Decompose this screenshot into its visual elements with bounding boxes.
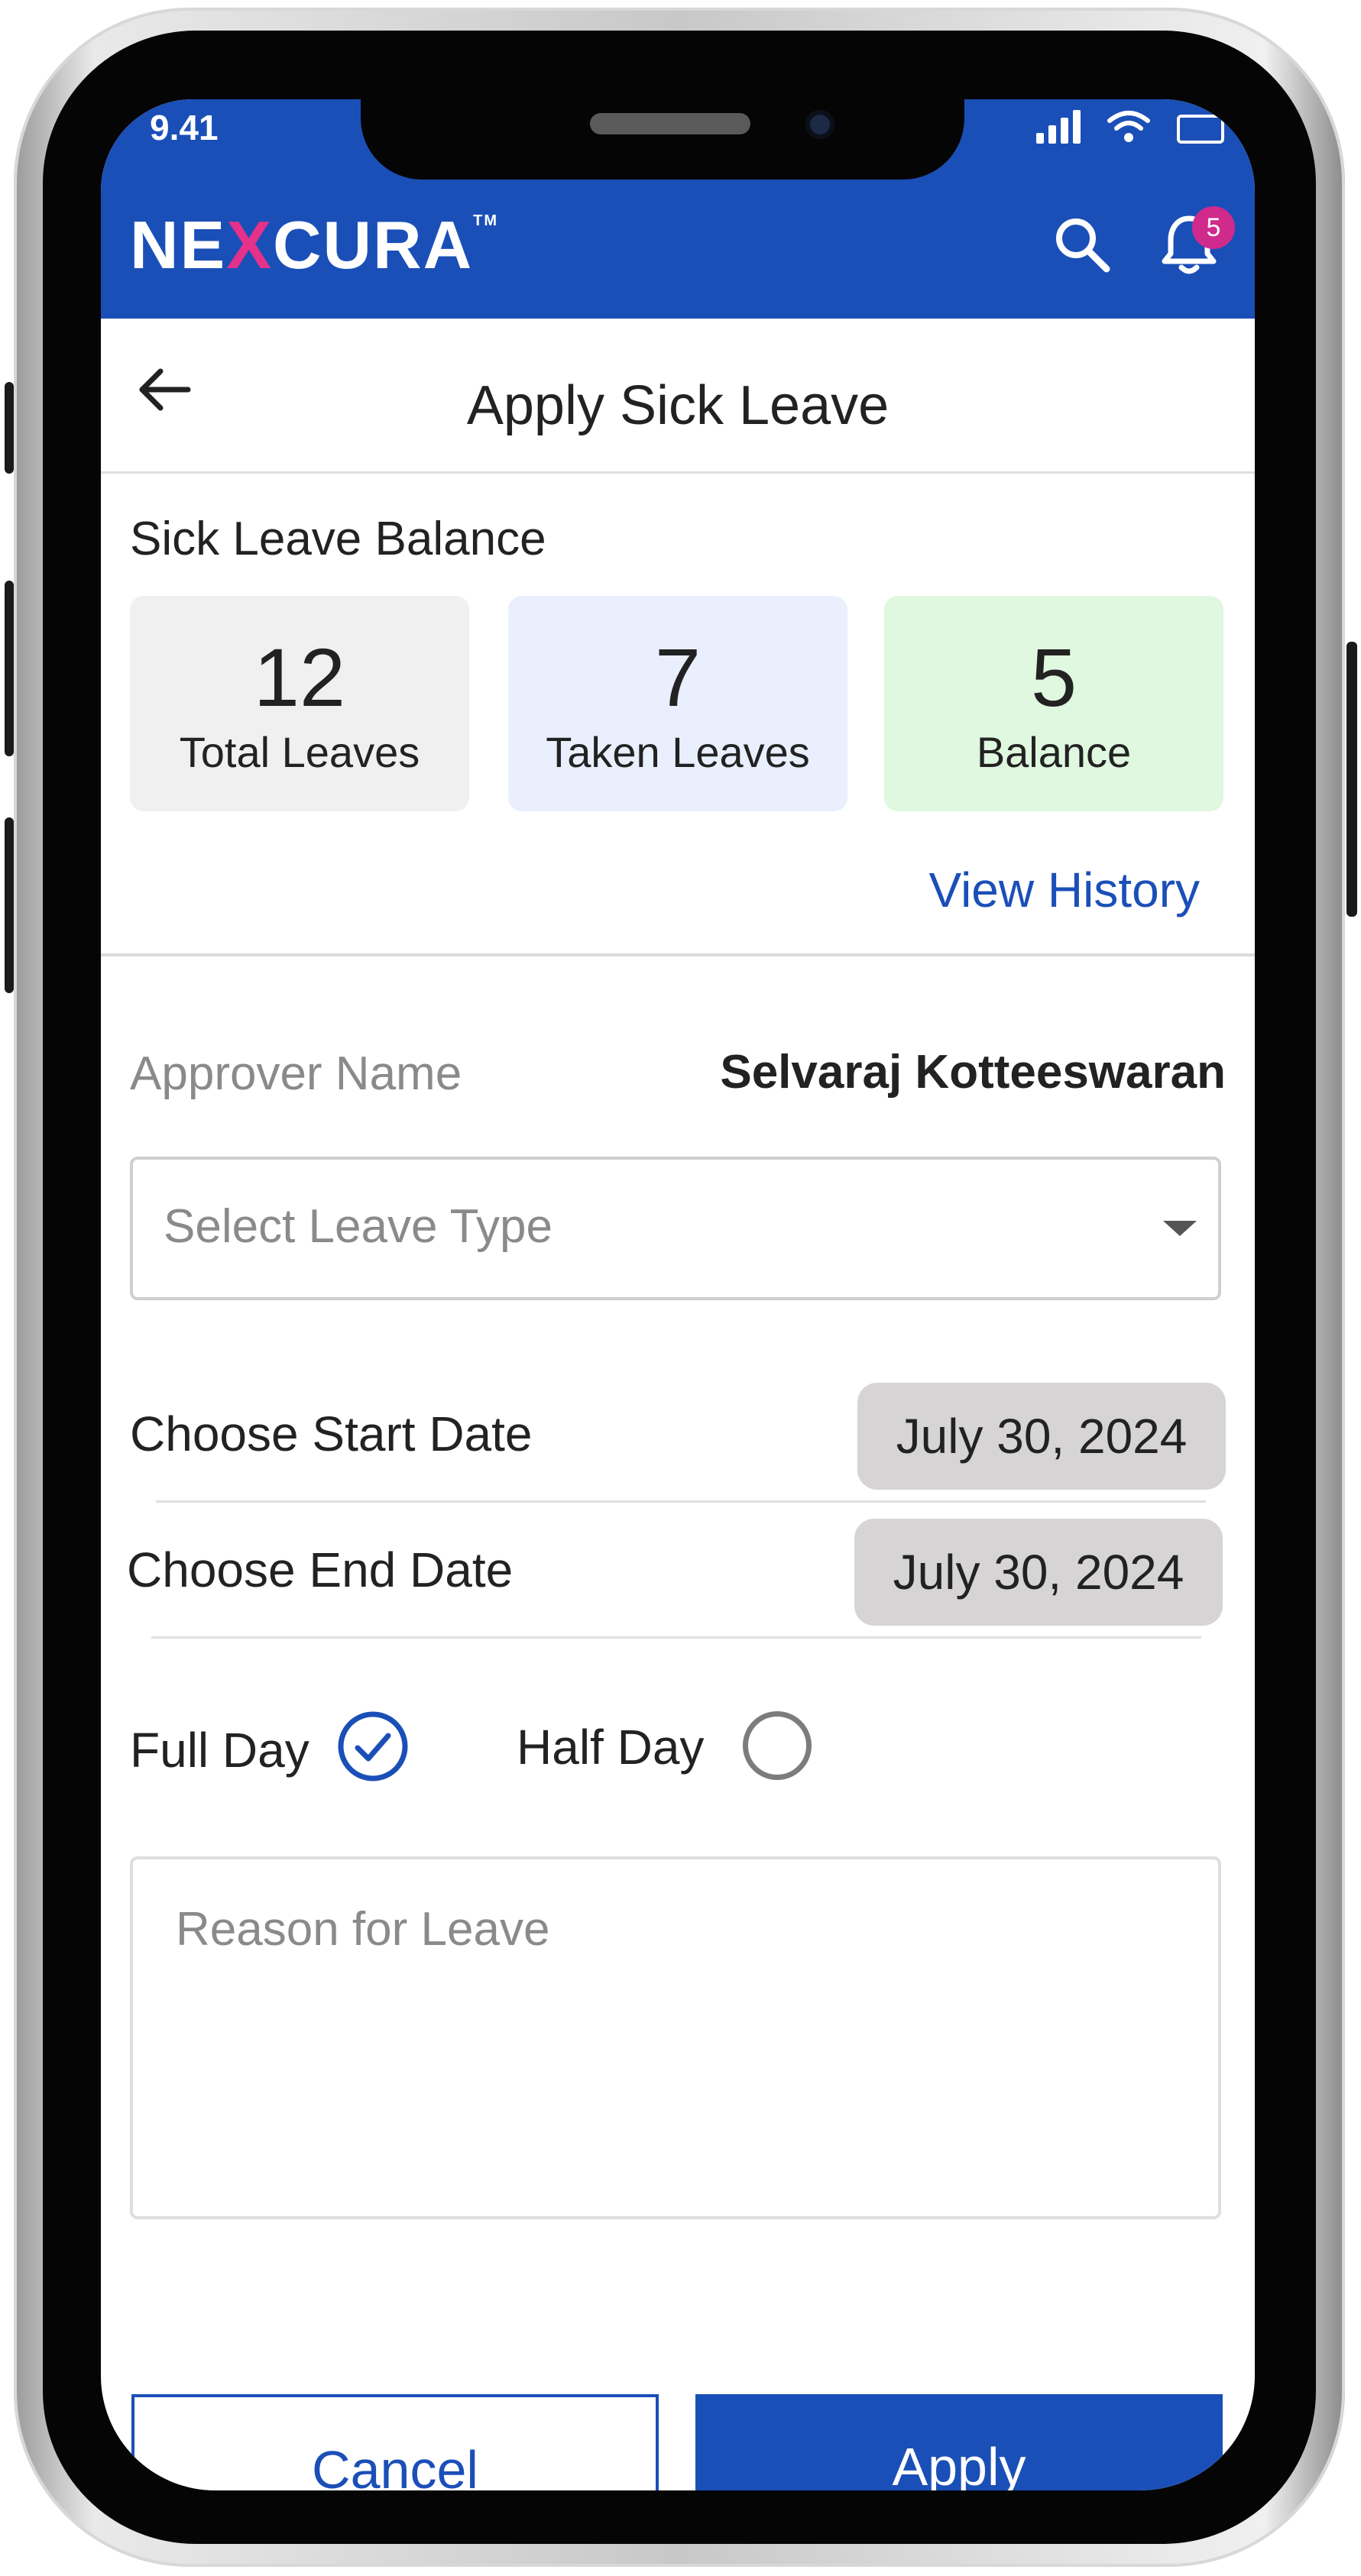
app-screen: 9.41 NEXCURATM 5 Apply Sick Leave Sick L…: [101, 99, 1255, 2490]
apply-button[interactable]: Apply: [695, 2394, 1223, 2490]
search-icon[interactable]: [1052, 214, 1113, 275]
end-date-divider: [151, 1636, 1201, 1639]
balance-value: 5: [1030, 631, 1077, 723]
phone-side-button: [5, 382, 14, 474]
balance-card: 5 Balance: [884, 596, 1223, 811]
total-leaves-label: Total Leaves: [179, 728, 420, 776]
taken-leaves-card: 7 Taken Leaves: [508, 596, 847, 811]
signal-icon: [1036, 108, 1081, 144]
start-date-divider: [156, 1500, 1206, 1503]
total-leaves-value: 12: [253, 631, 346, 723]
balance-label: Balance: [976, 728, 1132, 776]
cancel-button[interactable]: Cancel: [131, 2394, 659, 2490]
taken-leaves-label: Taken Leaves: [546, 728, 810, 776]
balance-section-label: Sick Leave Balance: [130, 513, 546, 565]
half-day-label: Half Day: [517, 1720, 705, 1775]
phone-volume-up: [5, 581, 14, 756]
wifi-icon: [1107, 111, 1150, 142]
full-day-label: Full Day: [130, 1723, 309, 1778]
reason-textarea[interactable]: Reason for Leave: [130, 1856, 1221, 2219]
caret-down-icon: [1163, 1221, 1197, 1236]
status-time: 9.41: [150, 108, 219, 147]
page-title: Apply Sick Leave: [466, 375, 890, 436]
app-header: 9.41 NEXCURATM 5: [101, 99, 1255, 319]
reason-placeholder: Reason for Leave: [176, 1903, 550, 1956]
battery-icon: [1177, 115, 1224, 144]
start-date-label: Choose Start Date: [130, 1406, 533, 1461]
check-circle-icon[interactable]: [336, 1710, 410, 1783]
end-date-label: Choose End Date: [127, 1542, 514, 1597]
approver-name: Selvaraj Kotteeswaran: [720, 1046, 1226, 1099]
total-leaves-card: 12 Total Leaves: [130, 596, 469, 811]
leave-type-placeholder: Select Leave Type: [164, 1200, 553, 1253]
speaker-grille: [590, 113, 750, 134]
phone-volume-down: [5, 817, 14, 993]
taken-leaves-value: 7: [654, 631, 702, 723]
start-date-picker[interactable]: July 30, 2024: [857, 1383, 1226, 1490]
status-icons: [1036, 108, 1224, 144]
phone-notch: [361, 99, 964, 180]
notification-badge: 5: [1192, 206, 1235, 249]
approver-label: Approver Name: [130, 1047, 462, 1100]
leave-type-select[interactable]: Select Leave Type: [130, 1157, 1221, 1300]
camera-lens: [805, 110, 834, 139]
view-history-link[interactable]: View History: [929, 862, 1200, 918]
nexcura-logo: NEXCURATM: [130, 207, 499, 283]
end-date-picker[interactable]: July 30, 2024: [854, 1519, 1223, 1626]
section-divider: [101, 953, 1255, 956]
phone-power-button: [1346, 642, 1357, 917]
half-day-radio[interactable]: [743, 1711, 812, 1780]
